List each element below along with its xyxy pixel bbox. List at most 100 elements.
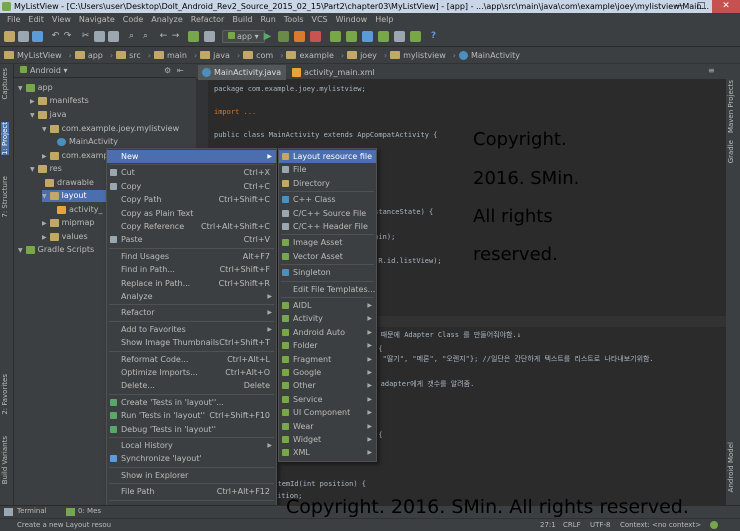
tab-activity-main-xml[interactable]: activity_main.xml [288, 65, 392, 80]
tab-terminal[interactable]: Terminal [17, 507, 47, 515]
run-icon[interactable]: ▶ [262, 31, 273, 42]
redo-icon[interactable]: ↷ [62, 31, 73, 42]
context-menu-item-analyze[interactable]: Analyze ▶ [107, 290, 276, 303]
context-menu-item-local-history[interactable]: Local History ▶ [107, 439, 276, 452]
left-stripe-2-favorites[interactable]: 2: Favorites [1, 374, 9, 415]
context-menu-item-show-in-explorer[interactable]: Show in Explorer [107, 469, 276, 482]
replace-icon[interactable]: ⌕ [140, 31, 151, 42]
new-menu-item-aidl[interactable]: AIDL ▶ [279, 299, 376, 312]
back-icon[interactable]: ← [158, 31, 169, 42]
project-view-mode[interactable]: Android [30, 66, 61, 75]
context-menu-item-optimize-imports[interactable]: Optimize Imports... Ctrl+Alt+O [107, 366, 276, 379]
new-menu-item-c-c-source-file[interactable]: C/C++ Source File [279, 207, 376, 220]
breadcrumb-item[interactable]: main [153, 51, 187, 60]
undo-icon[interactable]: ↶ [50, 31, 61, 42]
tree-item-drawable[interactable]: drawable [42, 177, 94, 189]
menu-help[interactable]: Help [371, 13, 397, 27]
left-stripe-build-variants[interactable]: Build Variants [1, 436, 9, 484]
breadcrumb-item[interactable]: java [200, 51, 230, 60]
minimize-button[interactable]: — [668, 0, 690, 13]
new-menu-item-ui-component[interactable]: UI Component ▶ [279, 406, 376, 419]
menu-refactor[interactable]: Refactor [187, 13, 229, 27]
tree-item-gradle-scripts[interactable]: ▼ Gradle Scripts [18, 244, 94, 256]
expand-arrow-icon[interactable]: ▼ [30, 166, 35, 173]
tab-list-icon[interactable]: ≡ [708, 66, 715, 75]
new-menu-item-wear[interactable]: Wear ▶ [279, 420, 376, 433]
line-separator[interactable]: CRLF [563, 519, 581, 531]
sdk-manager-icon[interactable] [346, 31, 357, 42]
context-menu-item-file-path[interactable]: File Path Ctrl+Alt+F12 [107, 485, 276, 498]
tree-item-mainactivity[interactable]: MainActivity [54, 136, 118, 148]
right-stripe-android-model[interactable]: Android Model [727, 442, 735, 492]
left-stripe-7-structure[interactable]: 7: Structure [1, 176, 9, 218]
tree-item-activity-[interactable]: activity_ [54, 204, 103, 216]
make-icon[interactable] [188, 31, 199, 42]
tree-item-app[interactable]: ▼ app [18, 82, 53, 94]
new-menu-item-edit-file-templates[interactable]: Edit File Templates... [279, 283, 376, 296]
caret-position[interactable]: 27:1 [540, 519, 556, 531]
context-menu-item-refactor[interactable]: Refactor ▶ [107, 306, 276, 319]
save-icon[interactable] [18, 31, 29, 42]
copy-icon[interactable] [94, 31, 105, 42]
new-menu-item-directory[interactable]: Directory [279, 177, 376, 190]
new-menu-item-folder[interactable]: Folder ▶ [279, 339, 376, 352]
avd-manager-icon[interactable] [362, 31, 373, 42]
tree-item-com-examp[interactable]: ▶ com.examp [42, 150, 109, 162]
new-menu-item-image-asset[interactable]: Image Asset [279, 236, 376, 249]
new-menu-item-widget[interactable]: Widget ▶ [279, 433, 376, 446]
context-menu-item-find-usages[interactable]: Find Usages Alt+F7 [107, 250, 276, 263]
left-stripe-captures[interactable]: Captures [1, 68, 9, 99]
new-menu-item-c-c-header-file[interactable]: C/C++ Header File [279, 220, 376, 233]
breadcrumb-item[interactable]: example [286, 51, 334, 60]
context-menu-item-paste[interactable]: Paste Ctrl+V [107, 233, 276, 246]
tree-item-manifests[interactable]: ▶ manifests [30, 95, 89, 107]
menu-view[interactable]: View [48, 13, 75, 27]
breadcrumb-item[interactable]: src [116, 51, 141, 60]
android-monitor-icon[interactable] [330, 31, 341, 42]
paste-icon[interactable] [108, 31, 119, 42]
new-menu-item-layout-resource-file[interactable]: Layout resource file [279, 150, 376, 163]
menu-window[interactable]: Window [332, 13, 372, 27]
cut-icon[interactable]: ✂ [80, 31, 91, 42]
breadcrumb-item[interactable]: MainActivity [458, 50, 520, 60]
android-device-icon[interactable] [410, 31, 421, 42]
sync-icon[interactable] [32, 31, 43, 42]
open-icon[interactable] [4, 31, 15, 42]
forward-icon[interactable]: → [170, 31, 181, 42]
left-stripe-1-project[interactable]: 1: Project [1, 122, 9, 155]
context-menu-item-copy-path[interactable]: Copy Path Ctrl+Shift+C [107, 193, 276, 206]
context-menu-item-debug-tests-in-layout[interactable]: Debug 'Tests in 'layout'' [107, 423, 276, 436]
hide-panel-icon[interactable]: ⇤ [177, 64, 184, 78]
menu-build[interactable]: Build [228, 13, 256, 27]
new-menu-item-service[interactable]: Service ▶ [279, 393, 376, 406]
menu-analyze[interactable]: Analyze [147, 13, 187, 27]
new-menu-item-fragment[interactable]: Fragment ▶ [279, 353, 376, 366]
expand-arrow-icon[interactable]: ▶ [42, 234, 47, 241]
breadcrumb-item[interactable]: com [243, 51, 273, 60]
expand-arrow-icon[interactable]: ▶ [30, 98, 35, 105]
context-menu-item-copy-as-plain-text[interactable]: Copy as Plain Text [107, 207, 276, 220]
tree-item-res[interactable]: ▼ res [30, 163, 62, 175]
context-menu-item-synchronize-layout[interactable]: Synchronize 'layout' [107, 452, 276, 465]
tab-mainactivity-java[interactable]: MainActivity.java [198, 65, 286, 80]
new-menu-item-xml[interactable]: XML ▶ [279, 446, 376, 459]
breadcrumb-item[interactable]: MyListView [4, 51, 62, 60]
run-config-select[interactable]: app ▾ [222, 30, 265, 43]
new-menu-item-vector-asset[interactable]: Vector Asset [279, 250, 376, 263]
breadcrumb-item[interactable]: joey [347, 51, 377, 60]
menu-tools[interactable]: Tools [280, 13, 308, 27]
menu-edit[interactable]: Edit [24, 13, 48, 27]
menu-vcs[interactable]: VCS [308, 13, 332, 27]
context-menu-item-find-in-path[interactable]: Find in Path... Ctrl+Shift+F [107, 263, 276, 276]
event-log-icon[interactable] [710, 521, 718, 529]
tree-item-mipmap[interactable]: ▶ mipmap [42, 217, 95, 229]
find-icon[interactable]: ⌕ [126, 31, 137, 42]
menu-code[interactable]: Code [119, 13, 147, 27]
expand-arrow-icon[interactable]: ▶ [42, 153, 47, 160]
profile-icon[interactable] [294, 31, 305, 42]
stop-icon[interactable] [310, 31, 321, 42]
context-menu-item-copy-reference[interactable]: Copy Reference Ctrl+Alt+Shift+C [107, 220, 276, 233]
tree-item-java[interactable]: ▼ java [30, 109, 66, 121]
sync-gradle-icon[interactable] [378, 31, 389, 42]
context-menu-item-reformat-code[interactable]: Reformat Code... Ctrl+Alt+L [107, 353, 276, 366]
